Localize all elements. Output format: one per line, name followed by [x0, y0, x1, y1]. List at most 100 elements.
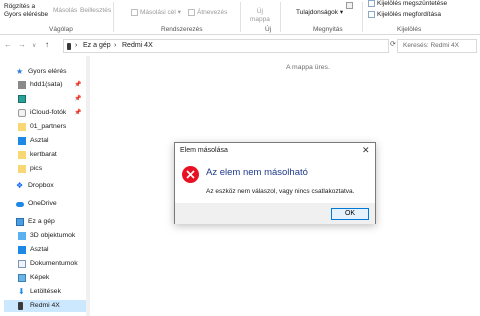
breadcrumb-this-pc[interactable]: Ez a gép	[83, 42, 111, 49]
nav-item-icloud[interactable]: iCloud-fotók 📌	[4, 107, 86, 119]
paste-button[interactable]: Beillesztés	[80, 7, 111, 15]
nav-item-desktop[interactable]: Asztal	[4, 135, 86, 147]
error-x-glyph	[186, 170, 195, 179]
nav-item-downloads[interactable]: ⬇ Letöltések	[4, 286, 86, 298]
pictures-icon	[18, 274, 26, 282]
pin-quick-access-button[interactable]: Rögzítés a Gyors elérésbe	[4, 3, 48, 19]
breadcrumb-separator: ›	[114, 42, 117, 49]
invert-selection-icon	[368, 11, 375, 18]
pin-icon: 📌	[74, 110, 82, 116]
properties-button[interactable]: Tulajdonságok ▾	[296, 9, 343, 17]
star-icon: ★	[16, 67, 24, 76]
recent-locations-button[interactable]: ∨	[32, 42, 36, 49]
nav-item-label: 3D objektumok	[30, 232, 76, 239]
rename-button[interactable]: Átnevezés	[188, 9, 227, 17]
nav-item-kertbarat[interactable]: kertbarat	[4, 149, 86, 161]
nav-item-documents[interactable]: Dokumentumok	[4, 258, 86, 270]
phone-icon	[18, 302, 23, 310]
downloads-icon: ⬇	[18, 287, 25, 296]
desktop-icon	[18, 246, 26, 254]
new-folder-button[interactable]: Új mappa	[250, 8, 270, 24]
ribbon-separator	[240, 2, 241, 32]
empty-folder-message: A mappa üres.	[286, 64, 330, 71]
nav-item-label: Képek	[30, 274, 50, 281]
nav-item-label: Redmi 4X	[30, 302, 60, 309]
nav-item-label: Dokumentumok	[30, 260, 78, 267]
nav-item-label: Dropbox	[28, 182, 54, 189]
back-button[interactable]: ←	[4, 40, 12, 49]
address-bar[interactable]: › Ez a gép › Redmi 4X	[63, 39, 389, 53]
desktop-icon	[18, 137, 26, 145]
navigation-scrollbar[interactable]	[86, 56, 90, 316]
pin-quick-access-label-line1: Rögzítés a	[4, 3, 36, 10]
nav-item-label: kertbarat	[30, 151, 57, 158]
nav-item-redmi-4x[interactable]: Redmi 4X	[4, 300, 86, 312]
dropbox-icon: ❖	[16, 181, 24, 190]
nav-item-pics[interactable]: pics	[4, 163, 86, 175]
nav-item-label: Gyors elérés	[28, 68, 67, 75]
dialog-footer: OK	[175, 203, 375, 224]
copy-to-button[interactable]: Másolási cél ▾	[131, 9, 181, 17]
nav-item-desktop-2[interactable]: Asztal	[4, 244, 86, 256]
documents-icon	[18, 260, 26, 268]
open-button[interactable]	[346, 2, 355, 10]
group-label-open: Megnyitás	[313, 26, 343, 33]
copy-item-dialog: Elem másolása ✕ Az elem nem másolható Az…	[174, 142, 376, 224]
refresh-button[interactable]: ⟳	[390, 40, 396, 48]
error-icon	[182, 166, 199, 183]
up-button[interactable]: ↑	[45, 40, 49, 49]
group-label-new: Új	[265, 26, 272, 33]
nav-item-quick-access[interactable]: ★ Gyors elérés	[4, 66, 86, 78]
ribbon-separator	[113, 2, 114, 32]
nav-item-this-pc[interactable]: Ez a gép	[4, 216, 86, 228]
select-none-label: Kijelölés megszüntetése	[377, 0, 448, 8]
nav-item-label: OneDrive	[28, 200, 57, 207]
nav-item-onedrive[interactable]: OneDrive	[4, 198, 86, 210]
nav-item-label: hdd1(sata)	[30, 81, 63, 88]
nav-item-label: iCloud-fotók	[30, 109, 67, 116]
nav-item-01-partners[interactable]: 01_partners	[4, 121, 86, 133]
paste-label: Beillesztés	[80, 7, 112, 14]
select-none-button[interactable]: Kijelölés megszüntetése	[368, 0, 447, 8]
search-input[interactable]: Keresés: Redmi 4X	[397, 39, 477, 53]
address-row: ← → ∨ ↑ › Ez a gép › Redmi 4X ⟳ Keresés:…	[0, 36, 480, 55]
phone-icon	[67, 43, 71, 50]
navigation-pane: ★ Gyors elérés hdd1(sata) 📌 📌 iCloud-fot…	[0, 56, 90, 316]
forward-button[interactable]: →	[18, 40, 26, 49]
copy-button[interactable]: Másolás	[53, 7, 77, 15]
invert-selection-button[interactable]: Kijelölés megfordítása	[368, 11, 441, 19]
pin-icon: 📌	[74, 96, 82, 102]
select-none-icon	[368, 0, 375, 7]
3d-objects-icon	[18, 232, 26, 240]
ribbon-separator	[280, 2, 281, 32]
new-folder-label-line2: mappa	[250, 16, 270, 23]
group-label-select: Kijelölés	[397, 26, 422, 33]
chevron-down-icon: ▾	[339, 9, 344, 16]
nav-item-3d-objects[interactable]: 3D objektumok	[4, 230, 86, 242]
folder-icon	[18, 165, 26, 173]
open-icon	[346, 2, 353, 9]
nav-item-label: Letöltések	[30, 288, 61, 295]
computer-icon	[16, 218, 24, 226]
close-icon[interactable]: ✕	[362, 145, 370, 156]
folder-icon	[18, 123, 26, 131]
nav-item-pictures[interactable]: Képek	[4, 272, 86, 284]
nav-item-green-drive[interactable]: 📌	[4, 93, 86, 105]
breadcrumb-separator: ›	[75, 42, 78, 49]
copy-to-label: Másolási cél	[140, 9, 176, 17]
nav-item-label: pics	[30, 165, 43, 172]
copy-to-icon	[131, 9, 138, 16]
dialog-title: Elem másolása	[180, 147, 228, 154]
copy-label: Másolás	[53, 7, 78, 14]
nav-item-dropbox[interactable]: ❖ Dropbox	[4, 180, 86, 192]
properties-label: Tulajdonságok	[296, 9, 339, 16]
nav-item-hdd1[interactable]: hdd1(sata) 📌	[4, 79, 86, 91]
breadcrumb-redmi[interactable]: Redmi 4X	[122, 42, 153, 49]
ok-button[interactable]: OK	[331, 208, 369, 220]
group-label-clipboard: Vágólap	[49, 26, 73, 33]
dialog-heading: Az elem nem másolható	[206, 167, 308, 178]
drive-icon	[18, 81, 26, 89]
dialog-message: Az eszköz nem válaszol, vagy nincs csatl…	[206, 188, 355, 195]
new-folder-label-line1: Új	[256, 8, 263, 15]
pin-quick-access-label-line2: Gyors elérésbe	[4, 11, 49, 18]
